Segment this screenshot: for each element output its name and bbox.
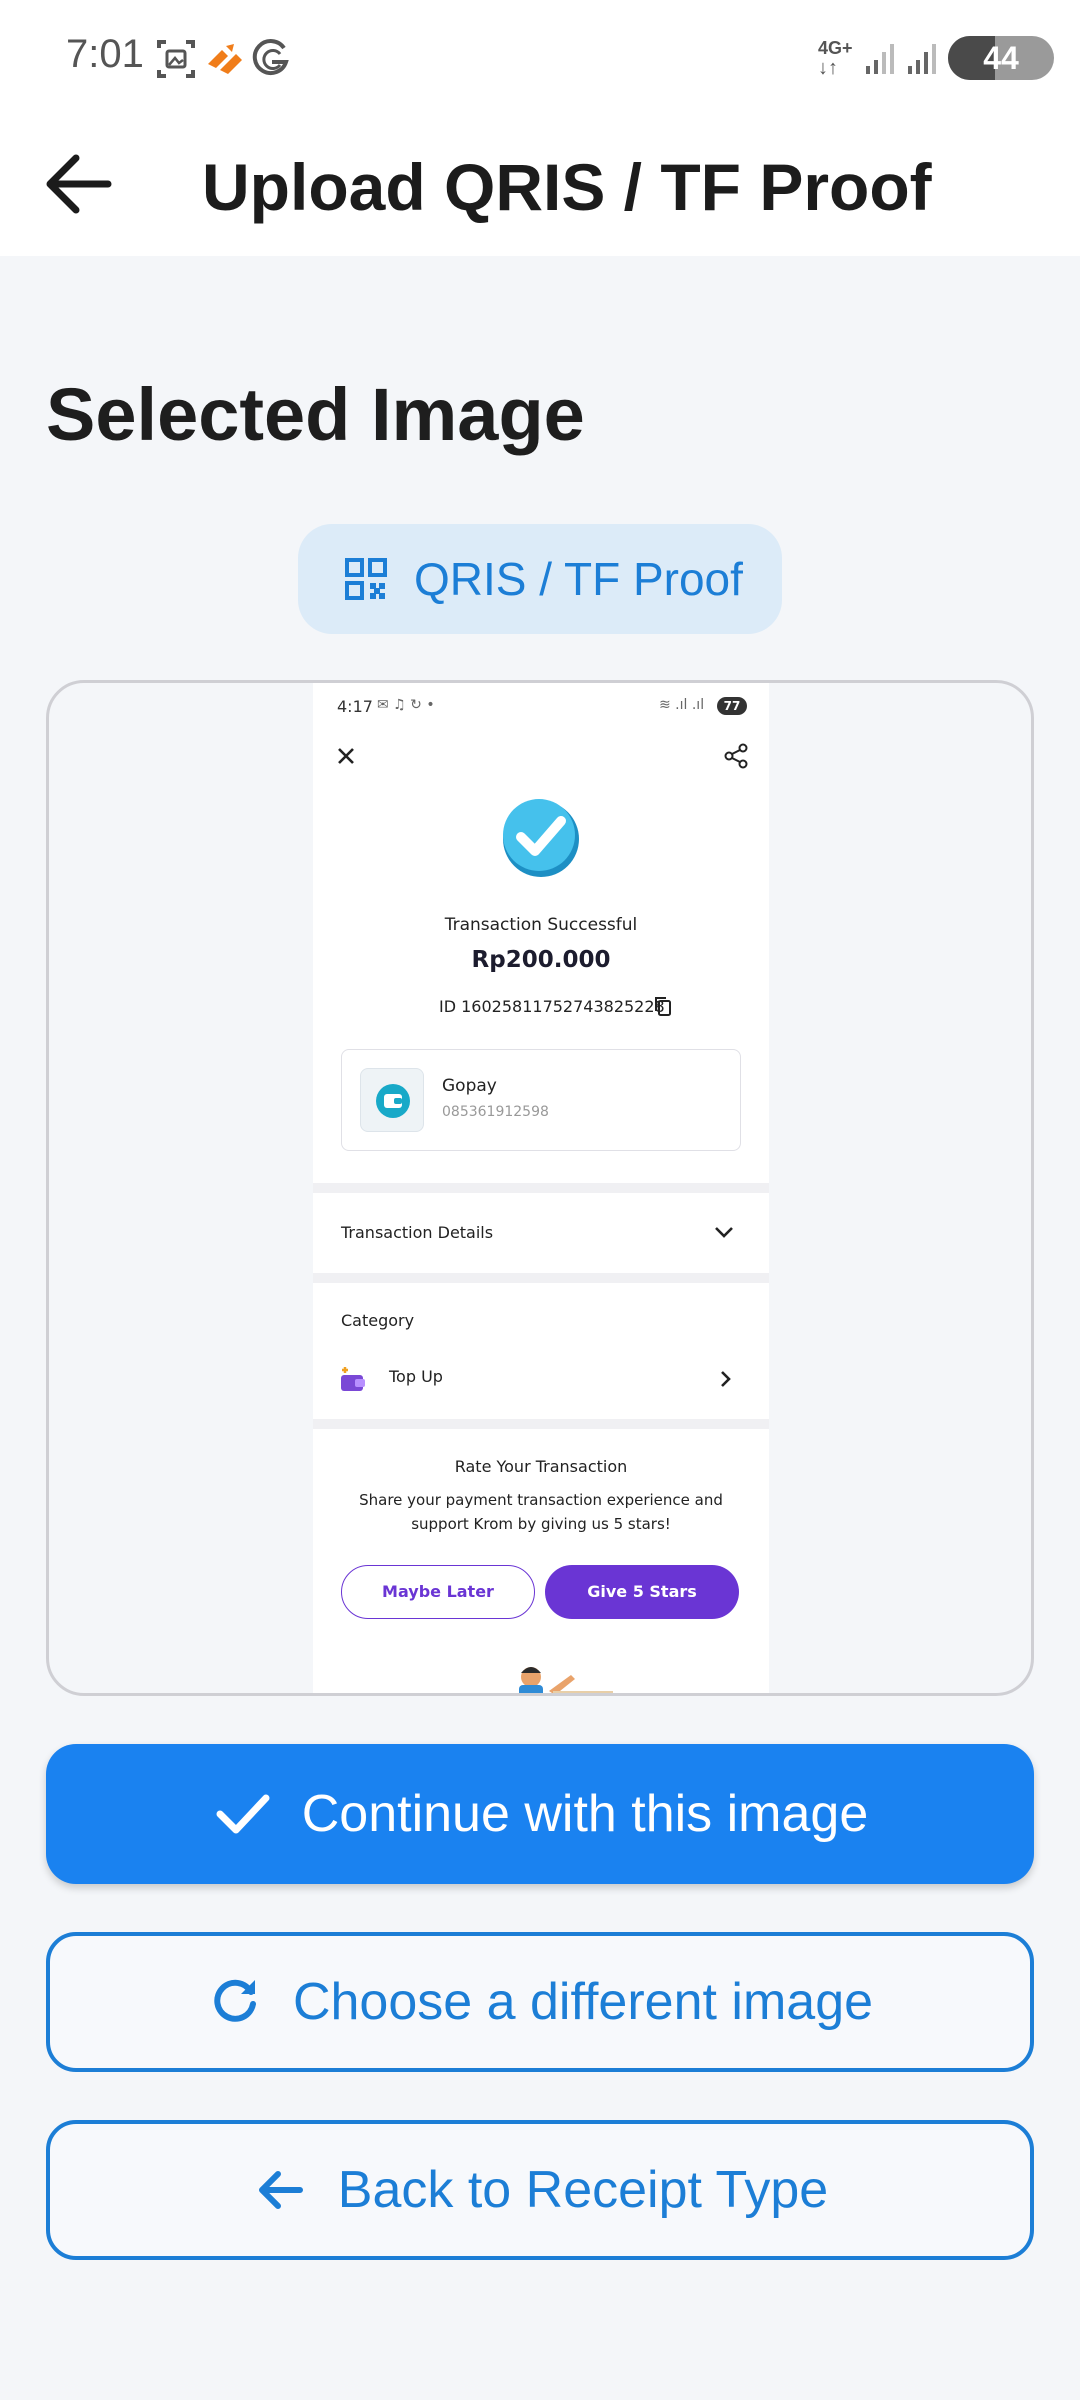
receipt-status-time: 4:17 (337, 697, 373, 716)
refresh-icon (214, 1979, 256, 2022)
choose-button-label: Choose a different image (292, 1973, 874, 2031)
maybe-later-button: Maybe Later (341, 1565, 535, 1619)
receipt-header-block: 4:17 ✉ ♫ ↻ • ≋ .ıl .ıl 77 Transaction Su… (313, 683, 769, 1183)
screenshot-icon (157, 40, 195, 78)
copy-icon (655, 997, 671, 1016)
gopay-wallet-icon (376, 1084, 410, 1118)
receipt-screenshot: 4:17 ✉ ♫ ↻ • ≋ .ıl .ıl 77 Transaction Su… (313, 683, 769, 1693)
signal-icon-1 (866, 44, 894, 74)
wallet-phone: 085361912598 (442, 1104, 549, 1120)
category-chevron-icon (721, 1371, 731, 1387)
status-time: 7:01 (66, 32, 144, 76)
signal-icon-2 (908, 44, 936, 74)
network-label: 4G+ (818, 38, 853, 58)
rate-line-1: Share your payment transaction experienc… (359, 1491, 723, 1509)
illustration-image (519, 1667, 613, 1693)
receipt-signal-icons: ≋ .ıl .ıl (659, 697, 705, 713)
continue-button[interactable]: Continue with this image (46, 1744, 1034, 1884)
expand-chevron-icon (715, 1227, 733, 1238)
arrow-left-icon (258, 2171, 303, 2209)
rate-title: Rate Your Transaction (454, 1457, 628, 1476)
receipt-share-icon (724, 743, 748, 769)
qr-code-icon (345, 558, 387, 600)
battery-indicator: 44 (948, 36, 1054, 80)
page-title: Upload QRIS / TF Proof (202, 150, 932, 224)
wallet-name: Gopay (442, 1076, 497, 1096)
continue-button-content: Continue with this image (46, 1744, 1034, 1884)
choose-different-image-button[interactable]: Choose a different image (46, 1932, 1034, 2072)
receipt-close-icon (338, 748, 354, 764)
wallet-logo-box (360, 1068, 424, 1132)
receipt-status-icons: ✉ ♫ ↻ • (377, 697, 435, 713)
receipt-battery: 77 (717, 697, 747, 715)
category-value: Top Up (389, 1367, 443, 1386)
transaction-id: ID 16025811752743825228 (439, 997, 665, 1016)
check-icon (216, 1794, 270, 1834)
category-heading: Category (341, 1311, 415, 1330)
app-bar: Upload QRIS / TF Proof (0, 118, 1080, 256)
continue-button-label: Continue with this image (301, 1785, 869, 1843)
network-type: 4G+ ↓↑ (818, 38, 853, 79)
back-button-content: Back to Receipt Type (50, 2124, 1030, 2256)
give-five-stars-button: Give 5 Stars (545, 1565, 739, 1619)
transaction-details-row: Transaction Details (313, 1193, 769, 1273)
back-button-label: Back to Receipt Type (337, 2161, 829, 2219)
app-notification-icon (208, 44, 242, 74)
selected-image-preview: 4:17 ✉ ♫ ↻ • ≋ .ıl .ıl 77 Transaction Su… (46, 680, 1034, 1696)
success-check-icon (503, 799, 579, 877)
choose-button-content: Choose a different image (50, 1936, 1030, 2068)
chip-label: QRIS / TF Proof (414, 553, 743, 605)
wallet-topup-icon (341, 1367, 365, 1391)
section-title: Selected Image (46, 373, 585, 456)
wallet-card: Gopay 085361912598 (341, 1049, 741, 1151)
status-bar: 7:01 4G+ ↓↑ 44 (0, 0, 1080, 118)
category-block: Category Top Up (313, 1283, 769, 1419)
receipt-type-chip: QRIS / TF Proof (298, 524, 782, 634)
back-to-receipt-type-button[interactable]: Back to Receipt Type (46, 2120, 1034, 2260)
g-app-icon (252, 39, 289, 76)
battery-level: 44 (983, 40, 1019, 76)
back-arrow-icon[interactable] (36, 138, 128, 230)
transaction-details-label: Transaction Details (341, 1223, 494, 1242)
transaction-amount: Rp200.000 (471, 947, 611, 973)
transaction-status: Transaction Successful (444, 915, 638, 935)
rate-line-2: support Krom by giving us 5 stars! (411, 1515, 671, 1533)
rating-block: Rate Your Transaction Share your payment… (313, 1429, 769, 1693)
